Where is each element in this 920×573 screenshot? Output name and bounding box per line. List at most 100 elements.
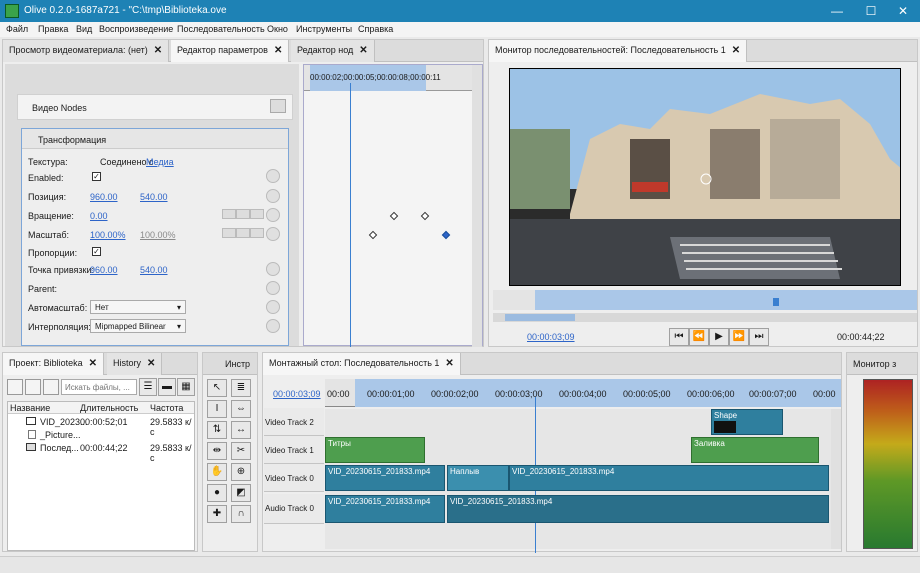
clip-video-b[interactable]: VID_20230615_201833.mp4 [509, 465, 829, 491]
keyframe-toggle-autoscale[interactable] [266, 300, 280, 314]
clip-audio-b[interactable]: VID_20230615_201833.mp4 [447, 495, 829, 523]
fast-forward-icon[interactable]: ⏩ [729, 328, 749, 346]
tab-node-editor[interactable]: Редактор нод ✕ [291, 40, 375, 62]
clip-titles[interactable]: Титры [325, 437, 425, 463]
track-header[interactable]: Video Track 0 [264, 464, 324, 492]
close-icon[interactable]: ✕ [147, 358, 155, 369]
menu-help[interactable]: Справка [358, 24, 393, 34]
icon-view-icon[interactable]: ▦ [177, 378, 195, 396]
menu-playback[interactable]: Воспроизведение [99, 24, 173, 34]
close-icon[interactable]: ✕ [154, 45, 162, 56]
keyframe-toggle-rotation[interactable] [266, 208, 280, 222]
transition-tool-icon[interactable]: ◩ [231, 484, 251, 502]
pointer-tool-icon[interactable]: ↖ [207, 379, 227, 397]
keyframe-playhead[interactable] [350, 83, 351, 347]
close-icon[interactable]: ✕ [732, 45, 740, 56]
position-x[interactable]: 960.00 [90, 192, 118, 202]
timeline-current-time[interactable]: 00:00:03;09 [273, 389, 321, 399]
minimize-button[interactable]: — [822, 3, 852, 19]
track-header[interactable]: Video Track 1 [264, 436, 324, 464]
keyframe-diamond[interactable] [368, 230, 378, 240]
col-name[interactable]: Название [10, 403, 50, 413]
keyframe-scrollbar[interactable] [472, 65, 482, 347]
monitor-current-time[interactable]: 00:00:03;09 [527, 332, 575, 342]
close-icon[interactable]: ✕ [359, 45, 367, 56]
import-icon[interactable] [43, 379, 59, 395]
col-duration[interactable]: Длительность [80, 403, 138, 413]
close-icon[interactable]: ✕ [89, 358, 97, 369]
audio-monitor-tab[interactable]: Монитор з [853, 359, 896, 369]
snapping-icon[interactable]: ∩ [231, 505, 251, 523]
hand-tool-icon[interactable]: ✋ [207, 463, 227, 481]
tab-sequence-monitor[interactable]: Монитор последовательностей: Последовате… [489, 40, 748, 62]
tab-history[interactable]: History ✕ [107, 353, 163, 375]
menu-file[interactable]: Файл [6, 24, 28, 34]
razor-tool-icon[interactable]: ✂ [231, 442, 251, 460]
table-row[interactable]: Послед... 00:00:44;22 29.5833 к/с [8, 441, 194, 463]
menu-view[interactable]: Вид [76, 24, 92, 34]
zoom-tool-icon[interactable]: ⊕ [231, 463, 251, 481]
keyframe-toggle-interp[interactable] [266, 319, 280, 333]
clip-fill[interactable]: Заливка [691, 437, 819, 463]
ripple-tool-icon[interactable]: ⇔ [231, 400, 251, 418]
play-icon[interactable]: ▶ [709, 328, 729, 346]
anchor-x[interactable]: 960.00 [90, 265, 118, 275]
menu-window[interactable]: Окно [267, 24, 288, 34]
skip-forward-icon[interactable]: ⏭ [749, 328, 769, 346]
col-rate[interactable]: Частота [150, 403, 183, 413]
transform-header[interactable]: Трансформация [22, 129, 288, 149]
scale-y[interactable]: 100.00% [140, 230, 176, 240]
timeline-ruler[interactable]: 00:00 00:00:01;00 00:00:02;00 00:00:03;0… [325, 379, 841, 407]
skip-back-icon[interactable]: ⏮ [669, 328, 689, 346]
track-select-icon[interactable]: ≣ [231, 379, 251, 397]
clip-video-a[interactable]: VID_20230615_201833.mp4 [325, 465, 445, 491]
keyframe-view[interactable]: 00:00:02;00:00:05;00:00:08;00:00:11 [303, 64, 483, 347]
tab-footage-viewer[interactable]: Просмотр видеоматериала: (нет) ✕ [3, 40, 170, 62]
scale-x[interactable]: 100.00% [90, 230, 126, 240]
tab-param-editor[interactable]: Редактор параметров ✕ [171, 40, 290, 62]
keyframe-nav[interactable] [222, 228, 264, 240]
add-tool-icon[interactable]: ✚ [207, 505, 227, 523]
rewind-icon[interactable]: ⏪ [689, 328, 709, 346]
timeline-vscroll[interactable] [831, 409, 841, 549]
tab-project[interactable]: Проект: Biblioteka ✕ [3, 353, 105, 375]
search-input[interactable] [61, 379, 137, 395]
close-window-button[interactable]: ✕ [888, 3, 918, 19]
clip-audio-a[interactable]: VID_20230615_201833.mp4 [325, 495, 445, 523]
scroll-thumb[interactable] [505, 314, 575, 321]
keyframe-toggle-scale[interactable] [266, 227, 280, 241]
interp-select[interactable]: Mipmapped Bilinear ▾ [90, 319, 186, 333]
new-project-icon[interactable] [7, 379, 23, 395]
anchor-y[interactable]: 540.00 [140, 265, 168, 275]
table-row[interactable]: VID_2023... 00:00:52;01 29.5833 к/с [8, 415, 194, 437]
aspect-checkbox[interactable]: ✓ [92, 247, 101, 256]
position-y[interactable]: 540.00 [140, 192, 168, 202]
node-settings-button[interactable] [270, 99, 286, 113]
tools-tab-label[interactable]: Инстр [225, 359, 250, 369]
menu-sequence[interactable]: Последовательность [177, 24, 265, 34]
keyframe-toggle-anchor[interactable] [266, 262, 280, 276]
slip-tool-icon[interactable]: ↔ [231, 421, 251, 439]
edit-tool-icon[interactable]: I [207, 400, 227, 418]
keyframe-toggle-position[interactable] [266, 189, 280, 203]
list-view-icon[interactable]: ☰ [139, 378, 157, 396]
keyframe-ruler[interactable]: 00:00:02;00:00:05;00:00:08;00:00:11 [304, 65, 472, 91]
menu-edit[interactable]: Правка [38, 24, 68, 34]
monitor-ruler[interactable] [493, 290, 917, 310]
video-preview[interactable] [509, 68, 901, 286]
enabled-checkbox[interactable]: ✓ [92, 172, 101, 181]
rotation-value[interactable]: 0.00 [90, 211, 108, 221]
table-row[interactable]: _Picture... [8, 428, 194, 441]
record-tool-icon[interactable]: ● [207, 484, 227, 502]
keyframe-nav[interactable] [222, 209, 264, 221]
monitor-playhead[interactable] [773, 298, 779, 306]
keyframe-diamond[interactable] [420, 211, 430, 221]
slide-tool-icon[interactable]: ⇹ [207, 442, 227, 460]
clip-shape[interactable]: Shape [711, 409, 783, 435]
autoscale-select[interactable]: Нет ▾ [90, 300, 186, 314]
keyframe-toggle-enabled[interactable] [266, 169, 280, 183]
monitor-scrollbar[interactable] [493, 313, 917, 322]
open-file-icon[interactable] [25, 379, 41, 395]
keyframe-diamond[interactable] [389, 211, 399, 221]
maximize-button[interactable]: ☐ [856, 3, 886, 19]
